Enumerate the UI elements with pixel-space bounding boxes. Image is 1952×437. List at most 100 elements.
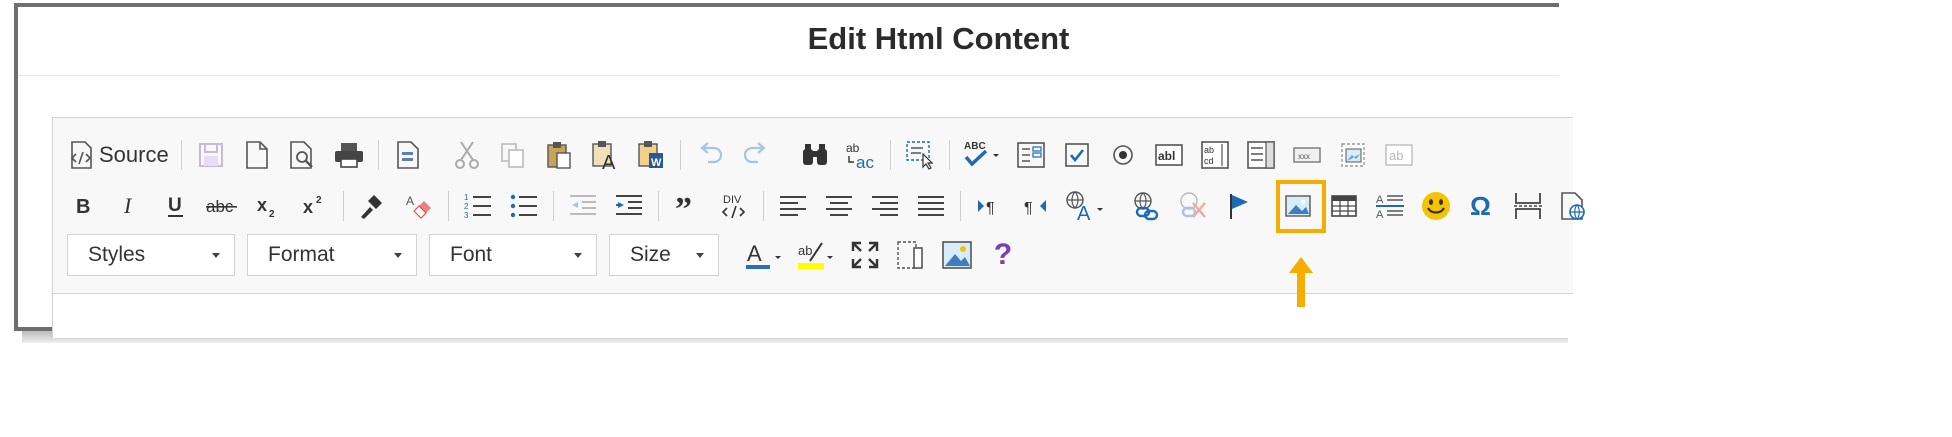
unlink-button[interactable] (1176, 189, 1210, 223)
subscript-button[interactable]: x2 (251, 189, 285, 223)
numbered-list-button[interactable]: 123 (461, 189, 495, 223)
hiddenfield-button[interactable]: ab (1382, 138, 1416, 172)
rtl-button[interactable]: ¶ (1019, 189, 1053, 223)
spellcheck-icon: ABC (962, 139, 1002, 171)
blockquote-icon: ” (674, 194, 702, 218)
bold-button[interactable]: B (67, 189, 101, 223)
outdent-button[interactable] (566, 189, 600, 223)
page-break-button[interactable] (1511, 189, 1545, 223)
textfield-button[interactable]: abl (1152, 138, 1186, 172)
toolbar-separator (180, 140, 182, 170)
horizontal-rule-button[interactable]: AA (1373, 189, 1407, 223)
bg-color-button[interactable]: ab (796, 238, 836, 272)
indent-icon (614, 192, 644, 220)
new-page-icon (245, 140, 269, 170)
rtl-icon: ¶ (1022, 194, 1050, 218)
bulleted-list-button[interactable] (507, 189, 541, 223)
maximize-button[interactable] (848, 238, 882, 272)
find-button[interactable] (798, 138, 832, 172)
justify-button[interactable] (914, 189, 948, 223)
ltr-button[interactable]: ¶ (973, 189, 1007, 223)
align-center-icon (824, 193, 854, 219)
paste-button[interactable] (542, 138, 576, 172)
text-color-icon: A (744, 239, 784, 271)
select-button[interactable] (1244, 138, 1278, 172)
align-left-icon (778, 193, 808, 219)
italic-button[interactable]: I (113, 189, 147, 223)
align-center-button[interactable] (822, 189, 856, 223)
svg-text:I: I (123, 194, 133, 218)
redo-button[interactable] (739, 138, 773, 172)
blockquote-button[interactable]: ” (671, 189, 705, 223)
paste-word-icon: W (636, 139, 666, 171)
button-button[interactable]: xxx (1290, 138, 1324, 172)
indent-button[interactable] (612, 189, 646, 223)
templates-button[interactable] (391, 138, 425, 172)
save-button[interactable] (194, 138, 228, 172)
div-button[interactable]: DIV (717, 189, 751, 223)
svg-text:2: 2 (316, 195, 322, 206)
link-button[interactable] (1130, 189, 1164, 223)
about-image-button[interactable] (940, 238, 974, 272)
italic-icon: I (119, 194, 141, 218)
special-char-icon: Ω (1468, 192, 1496, 220)
superscript-button[interactable]: x2 (297, 189, 331, 223)
iframe-button[interactable] (1557, 189, 1591, 223)
underline-button[interactable]: U (159, 189, 193, 223)
page-break-icon (1512, 191, 1544, 221)
dialog-title: Edit Html Content (807, 21, 1070, 56)
print-button[interactable] (332, 138, 366, 172)
format-combo[interactable]: Format (247, 234, 417, 276)
editor-content-area[interactable] (53, 293, 1573, 338)
align-right-button[interactable] (868, 189, 902, 223)
size-combo-label: Size (630, 243, 671, 266)
strike-icon: abc (205, 194, 239, 218)
font-combo[interactable]: Font (429, 234, 597, 276)
language-button[interactable]: A (1065, 189, 1105, 223)
special-char-button[interactable]: Ω (1465, 189, 1499, 223)
svg-text:U: U (168, 195, 182, 216)
toolbar-separator (377, 140, 379, 170)
svg-text:ab: ab (798, 243, 812, 258)
paste-text-button[interactable]: A (588, 138, 622, 172)
smiley-button[interactable] (1419, 189, 1453, 223)
svg-text:W: W (651, 157, 662, 169)
html-editor: Source A W ab ac ABC abl ab cd xxx ab B … (52, 117, 1585, 338)
replace-button[interactable]: ab ac (844, 138, 878, 172)
cut-button[interactable] (450, 138, 484, 172)
remove-format-button[interactable]: A (402, 189, 436, 223)
svg-text:xxx: xxx (1298, 152, 1310, 161)
form-button[interactable] (1014, 138, 1048, 172)
styles-combo[interactable]: Styles (67, 234, 235, 276)
imagebutton-icon (1339, 141, 1367, 169)
imagebutton-button[interactable] (1336, 138, 1370, 172)
anchor-button[interactable] (1222, 189, 1256, 223)
radio-button[interactable] (1106, 138, 1140, 172)
align-left-button[interactable] (776, 189, 810, 223)
link-icon (1131, 191, 1163, 221)
checkbox-button[interactable] (1060, 138, 1094, 172)
new-page-button[interactable] (240, 138, 274, 172)
text-color-button[interactable]: A (744, 238, 784, 272)
spellcheck-button[interactable]: ABC (962, 138, 1002, 172)
paste-word-button[interactable]: W (634, 138, 668, 172)
show-blocks-button[interactable] (894, 238, 928, 272)
copy-format-button[interactable] (356, 189, 390, 223)
textarea-button[interactable]: ab cd (1198, 138, 1232, 172)
copy-button[interactable] (496, 138, 530, 172)
help-button[interactable]: ? (986, 238, 1020, 272)
strike-button[interactable]: abc (205, 189, 239, 223)
undo-button[interactable] (693, 138, 727, 172)
size-combo[interactable]: Size (609, 234, 719, 276)
select-all-button[interactable] (903, 138, 937, 172)
show-blocks-icon (896, 240, 926, 270)
smiley-icon (1420, 190, 1452, 222)
superscript-icon: x2 (301, 193, 327, 219)
table-button[interactable] (1327, 189, 1361, 223)
preview-button[interactable] (286, 138, 320, 172)
underline-icon: U (165, 193, 187, 219)
subscript-icon: x2 (255, 193, 281, 219)
toolbar-separator (889, 140, 891, 170)
print-icon (333, 141, 365, 169)
source-button[interactable]: Source (67, 138, 169, 172)
